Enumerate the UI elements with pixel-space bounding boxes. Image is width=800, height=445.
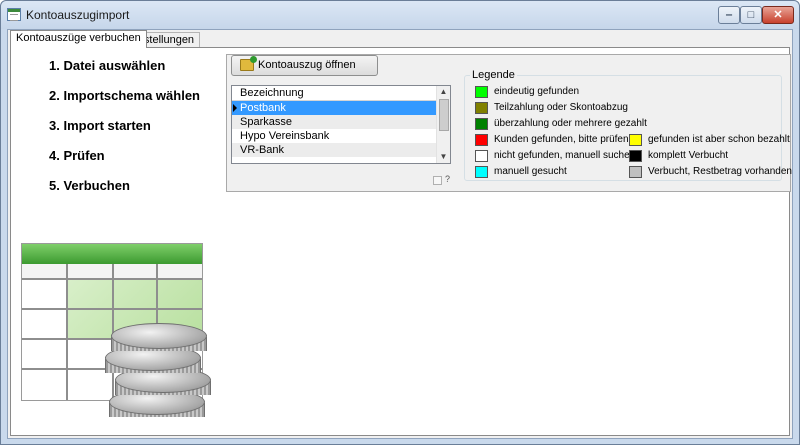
open-statement-label: Kontoauszug öffnen — [258, 59, 356, 71]
step-2-label: 2. Importschema wählen — [49, 88, 200, 103]
bank-list[interactable]: Bezeichnung Postbank Sparkasse Hypo Vere… — [231, 85, 451, 164]
list-scrollbar[interactable]: ▲ ▼ — [436, 86, 450, 163]
list-item-postbank[interactable]: Postbank — [232, 101, 437, 115]
row-pointer-icon — [233, 104, 237, 112]
column-header-bezeichnung[interactable]: Bezeichnung — [232, 86, 437, 101]
list-item-label: Sparkasse — [240, 116, 292, 128]
color-swatch — [475, 86, 488, 98]
question-label: ? — [445, 174, 451, 184]
legend-label: überzahlung oder mehrere gezahlt — [494, 118, 647, 129]
open-statement-button[interactable]: Kontoauszug öffnen — [231, 55, 378, 76]
legend-label: Kunden gefunden, bitte prüfen — [494, 134, 629, 145]
chevron-up-icon[interactable]: ▲ — [437, 86, 450, 98]
color-swatch — [475, 102, 488, 114]
folder-open-icon — [240, 56, 257, 71]
color-swatch — [475, 166, 488, 178]
title-bar[interactable]: Kontoauszugimport ‒ □ ✕ — [1, 1, 799, 29]
tab-page: 1. Datei auswählen 2. Importschema wähle… — [10, 47, 792, 436]
step-5-label: 5. Verbuchen — [49, 178, 130, 193]
chevron-down-icon[interactable]: ▼ — [437, 151, 450, 163]
spreadsheet-icon — [7, 8, 21, 21]
legend-label: Teilzahlung oder Skontoabzug — [494, 102, 628, 113]
tab-strip: Kontoauszüge verbuchen Einstellungen — [8, 30, 792, 48]
step-4-label: 4. Prüfen — [49, 148, 105, 163]
color-swatch — [629, 134, 642, 146]
close-button[interactable]: ✕ — [762, 6, 794, 24]
legend-title: Legende — [470, 69, 517, 81]
step-3-label: 3. Import starten — [49, 118, 151, 133]
window-client-area: Kontoauszüge verbuchen Einstellungen 1. … — [7, 29, 793, 439]
legend-label: komplett Verbucht — [648, 150, 729, 161]
legend-label: Verbucht, Restbetrag vorhanden — [648, 166, 792, 177]
minimize-button[interactable]: ‒ — [718, 6, 740, 24]
maximize-button[interactable]: □ — [740, 6, 762, 24]
coin-icon — [111, 323, 207, 349]
legend-label: nicht gefunden, manuell suchen — [494, 150, 636, 161]
list-item-label: Hypo Vereinsbank — [240, 130, 330, 142]
color-swatch — [629, 150, 642, 162]
spreadsheet-coins-illustration — [21, 243, 221, 428]
list-item-label: VR-Bank — [240, 144, 285, 156]
color-swatch — [475, 150, 488, 162]
app-window: Kontoauszugimport ‒ □ ✕ Kontoauszüge ver… — [0, 0, 800, 445]
list-item-vr-bank[interactable]: VR-Bank — [232, 143, 437, 157]
color-swatch — [629, 166, 642, 178]
step-1-label: 1. Datei auswählen — [49, 58, 166, 73]
color-swatch — [475, 118, 488, 130]
tab-kontoauszuege-verbuchen[interactable]: Kontoauszüge verbuchen — [10, 30, 147, 48]
color-swatch — [475, 134, 488, 146]
legend-group: Legende eindeutig gefunden Teilzahlung o… — [464, 69, 792, 181]
list-item-hypo-vereinsbank[interactable]: Hypo Vereinsbank — [232, 129, 437, 143]
legend-label: gefunden ist aber schon bezahlt — [648, 134, 790, 145]
list-item-label: Postbank — [240, 102, 286, 114]
scroll-thumb[interactable] — [439, 99, 449, 131]
options-checkbox[interactable] — [433, 176, 442, 185]
legend-label: eindeutig gefunden — [494, 86, 580, 97]
window-title: Kontoauszugimport — [26, 8, 130, 22]
list-item-sparkasse[interactable]: Sparkasse — [232, 115, 437, 129]
legend-label: manuell gesucht — [494, 166, 567, 177]
import-panel: Kontoauszug öffnen Bezeichnung Postbank … — [226, 54, 792, 192]
